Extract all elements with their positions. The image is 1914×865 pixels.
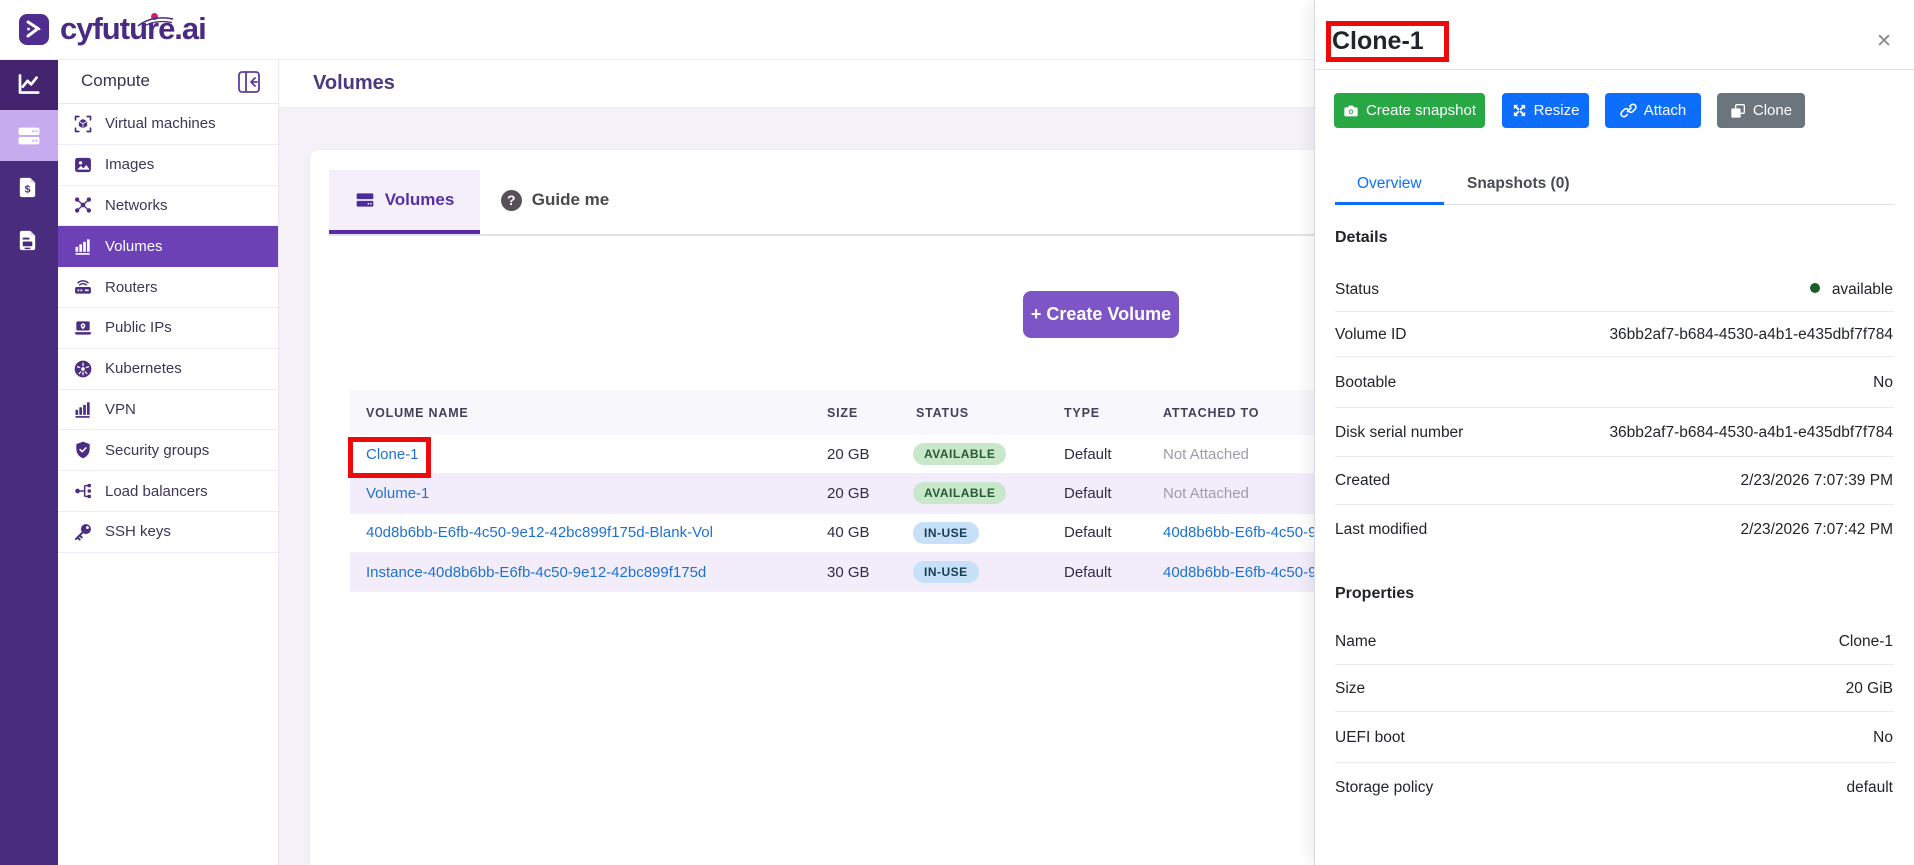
svg-text:$: $ [25,183,31,195]
